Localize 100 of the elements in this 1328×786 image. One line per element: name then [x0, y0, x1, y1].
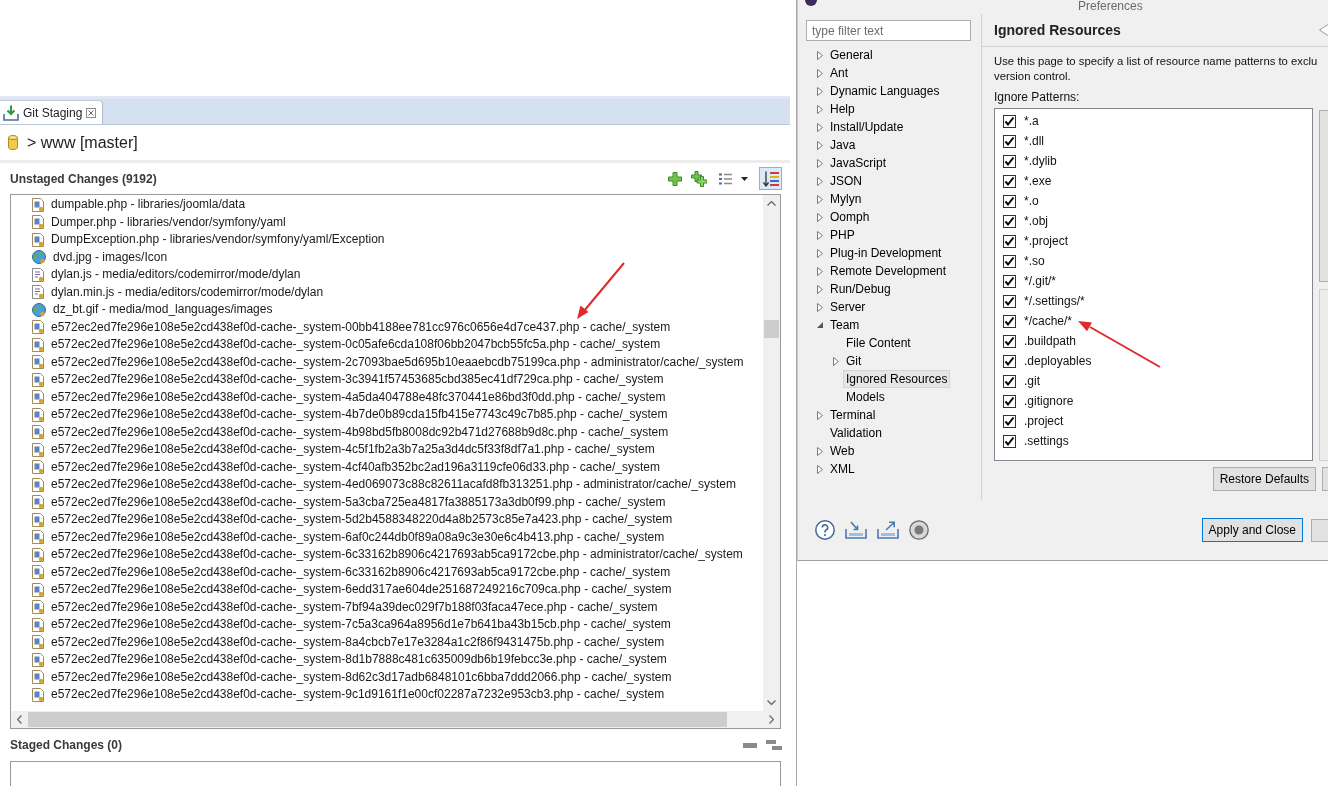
stacked-bars-icon[interactable]: [766, 740, 782, 750]
expand-triangle-icon[interactable]: [817, 122, 823, 132]
scrollbar-thumb[interactable]: [28, 712, 727, 727]
horizontal-scrollbar[interactable]: [11, 711, 780, 728]
filter-field[interactable]: type filter text: [806, 20, 971, 41]
file-entry[interactable]: Dumper.php - libraries/vendor/symfony/yaml: [51, 213, 286, 231]
checkbox[interactable]: [1003, 134, 1016, 148]
tree-item[interactable]: Plug-in Development: [827, 244, 945, 262]
collapse-triangle-icon[interactable]: [817, 322, 823, 328]
file-entry[interactable]: dumpable.php - libraries/joomla/data: [51, 196, 246, 214]
tree-item[interactable]: Git: [843, 352, 865, 370]
tree-item[interactable]: Ant: [827, 64, 851, 82]
tree-item[interactable]: Web: [827, 442, 858, 460]
checkbox[interactable]: [1003, 354, 1016, 368]
scrollbar-thumb[interactable]: [764, 320, 779, 338]
file-entry[interactable]: e572ec2ed7fe296e108e5e2cd438ef0d-cache-_system-4b7de0b89cda15fb415e7743c49c7b85.php - cache/_system: [51, 406, 668, 424]
file-entry[interactable]: e572ec2ed7fe296e108e5e2cd438ef0d-cache-_system-7bf94a39dec029f7b188f03faca47ece.php - cache/_system: [51, 598, 658, 616]
tree-item[interactable]: Oomph: [827, 208, 873, 226]
expand-triangle-icon[interactable]: [833, 356, 839, 366]
expand-triangle-icon[interactable]: [817, 266, 823, 276]
file-entry[interactable]: e572ec2ed7fe296e108e5e2cd438ef0d-cache-_system-6af0c244db0f89a08a9c3e30e6c4b413.php - cache/_system: [51, 528, 665, 546]
tree-item[interactable]: Java: [827, 136, 859, 154]
tree-item[interactable]: PHP: [827, 226, 858, 244]
list-icon[interactable]: [719, 172, 732, 185]
expand-triangle-icon[interactable]: [817, 50, 823, 60]
expand-triangle-icon[interactable]: [817, 140, 823, 150]
import-icon[interactable]: [845, 521, 867, 539]
checkbox[interactable]: [1003, 294, 1016, 308]
expand-triangle-icon[interactable]: [817, 212, 823, 222]
scroll-right-icon[interactable]: [769, 715, 774, 724]
tree-item[interactable]: Models: [843, 388, 888, 406]
file-entry[interactable]: e572ec2ed7fe296e108e5e2cd438ef0d-cache-_system-7c5a3ca964a8956d1e7b641ba43b15cb.php - cache/_system: [51, 616, 671, 634]
file-entry[interactable]: e572ec2ed7fe296e108e5e2cd438ef0d-cache-_system-3c3941f57453685cbd385ec41df729ca.php - cache/_system: [51, 371, 664, 389]
tree-item[interactable]: Mylyn: [827, 190, 865, 208]
view-tab[interactable]: Git Staging: [0, 100, 104, 124]
file-entry[interactable]: e572ec2ed7fe296e108e5e2cd438ef0d-cache-_system-6edd317ae604de251687249216c709ca.php - cache/_system: [51, 581, 672, 599]
file-entry[interactable]: e572ec2ed7fe296e108e5e2cd438ef0d-cache-_system-6c33162b8906c4217693ab5ca9172cbe.php - cache/_system: [51, 563, 671, 581]
file-entry[interactable]: e572ec2ed7fe296e108e5e2cd438ef0d-cache-_system-4b98bd5fb8008dc92b471d27688b9d8c.php - cache/_system: [51, 423, 669, 441]
expand-triangle-icon[interactable]: [817, 284, 823, 294]
checkbox[interactable]: [1003, 394, 1016, 408]
file-entry[interactable]: dvd.jpg - images/Icon: [53, 248, 168, 266]
help-icon[interactable]: [815, 520, 835, 540]
file-entry[interactable]: DumpException.php - libraries/vendor/symfony/yaml/Exception: [51, 231, 385, 249]
expand-triangle-icon[interactable]: [817, 86, 823, 96]
apply-and-close-button[interactable]: Apply and Close: [1201, 518, 1303, 542]
expand-triangle-icon[interactable]: [817, 194, 823, 204]
tree-item[interactable]: JavaScript: [827, 154, 890, 172]
file-entry[interactable]: e572ec2ed7fe296e108e5e2cd438ef0d-cache-_system-5d2b4588348220d4a8b2573c85e7a423.php - cache/_system: [51, 511, 673, 529]
restore-defaults-button[interactable]: Restore Defaults: [1212, 467, 1316, 491]
checkbox[interactable]: [1003, 434, 1016, 448]
plus-icon[interactable]: [668, 171, 682, 186]
checkbox[interactable]: [1003, 194, 1016, 208]
caret-icon[interactable]: [741, 176, 748, 181]
tree-item[interactable]: XML: [827, 460, 858, 478]
tree-item[interactable]: Help: [827, 100, 858, 118]
file-entry[interactable]: e572ec2ed7fe296e108e5e2cd438ef0d-cache-_system-8d62c3d17adb6848101c6bba7ddd2066.php - cache/_system: [51, 668, 672, 686]
expand-triangle-icon[interactable]: [817, 302, 823, 312]
checkbox[interactable]: [1003, 234, 1016, 248]
expand-triangle-icon[interactable]: [817, 230, 823, 240]
expand-triangle-icon[interactable]: [817, 464, 823, 474]
double-plus-icon[interactable]: [691, 170, 707, 187]
record-icon[interactable]: [909, 520, 929, 540]
expand-triangle-icon[interactable]: [817, 158, 823, 168]
scroll-left-icon[interactable]: [17, 715, 22, 724]
minus-icon[interactable]: [743, 742, 757, 748]
sort-button[interactable]: [759, 167, 782, 190]
expand-triangle-icon[interactable]: [817, 176, 823, 186]
tree-item[interactable]: General: [827, 46, 876, 64]
file-entry[interactable]: e572ec2ed7fe296e108e5e2cd438ef0d-cache-_system-4c5f1fb2a3b7a25a3d4dc5f33f8df7a1.php - cache/_system: [51, 441, 655, 459]
file-entry[interactable]: dylan.min.js - media/editors/codemirror/mode/dylan: [51, 283, 324, 301]
file-entry[interactable]: e572ec2ed7fe296e108e5e2cd438ef0d-cache-_system-8d1b7888c481c635009db6b19febcc3e.php - cache/_system: [51, 651, 667, 669]
tree-item[interactable]: Server: [827, 298, 869, 316]
tree-item[interactable]: Dynamic Languages: [827, 82, 943, 100]
file-entry[interactable]: e572ec2ed7fe296e108e5e2cd438ef0d-cache-_system-2c7093bae5d695b10eaaebcdb75199ca.php - administrator/cache/_system: [51, 353, 744, 371]
file-entry[interactable]: e572ec2ed7fe296e108e5e2cd438ef0d-cache-_system-0c05afe6cda108f06bb2047bcb55fc5a.php - cache/_system: [51, 336, 661, 354]
file-entry[interactable]: e572ec2ed7fe296e108e5e2cd438ef0d-cache-_system-4cf40afb352bc2ad196a3119cfe06d33.php - cache/_system: [51, 458, 660, 476]
file-entry[interactable]: e572ec2ed7fe296e108e5e2cd438ef0d-cache-_system-9c1d9161f1e00cf02287a7232e953cb3.php - cache/_system: [51, 686, 665, 704]
checkbox[interactable]: [1003, 114, 1016, 128]
scroll-down-icon[interactable]: [767, 700, 776, 705]
tree-item[interactable]: Ignored Resources: [843, 370, 951, 388]
file-entry[interactable]: dylan.js - media/editors/codemirror/mode/dylan: [51, 266, 301, 284]
checkbox[interactable]: [1003, 214, 1016, 228]
file-entry[interactable]: e572ec2ed7fe296e108e5e2cd438ef0d-cache-_system-4a5da404788e48fc370441e86bd3f0dd.php - cache/_system: [51, 388, 666, 406]
file-entry[interactable]: e572ec2ed7fe296e108e5e2cd438ef0d-cache-_system-6c33162b8906c4217693ab5ca9172cbe.php - administrator/cache/_system: [51, 546, 743, 564]
tree-item[interactable]: Remote Development: [827, 262, 950, 280]
expand-triangle-icon[interactable]: [817, 104, 823, 114]
file-entry[interactable]: e572ec2ed7fe296e108e5e2cd438ef0d-cache-_system-8a4cbcb7e17e3284a1c2f86f9431475b.php - cache/_system: [51, 633, 665, 651]
close-icon[interactable]: [86, 107, 97, 118]
back-arrow-icon[interactable]: [1318, 22, 1328, 38]
tree-item[interactable]: Run/Debug: [827, 280, 894, 298]
tree-item[interactable]: JSON: [827, 172, 865, 190]
checkbox[interactable]: [1003, 314, 1016, 328]
scroll-up-icon[interactable]: [767, 201, 776, 206]
expand-triangle-icon[interactable]: [817, 446, 823, 456]
file-entry[interactable]: e572ec2ed7fe296e108e5e2cd438ef0d-cache-_system-00bb4188ee781cc976c0656e4d7ce437.php - cache/_system: [51, 318, 671, 336]
checkbox[interactable]: [1003, 334, 1016, 348]
tree-item[interactable]: Terminal: [827, 406, 879, 424]
expand-triangle-icon[interactable]: [817, 68, 823, 78]
file-entry[interactable]: e572ec2ed7fe296e108e5e2cd438ef0d-cache-_system-4ed069073c88c82611acafd8fb313251.php - administrator/cache/_system: [51, 476, 736, 494]
tree-item[interactable]: Install/Update: [827, 118, 907, 136]
